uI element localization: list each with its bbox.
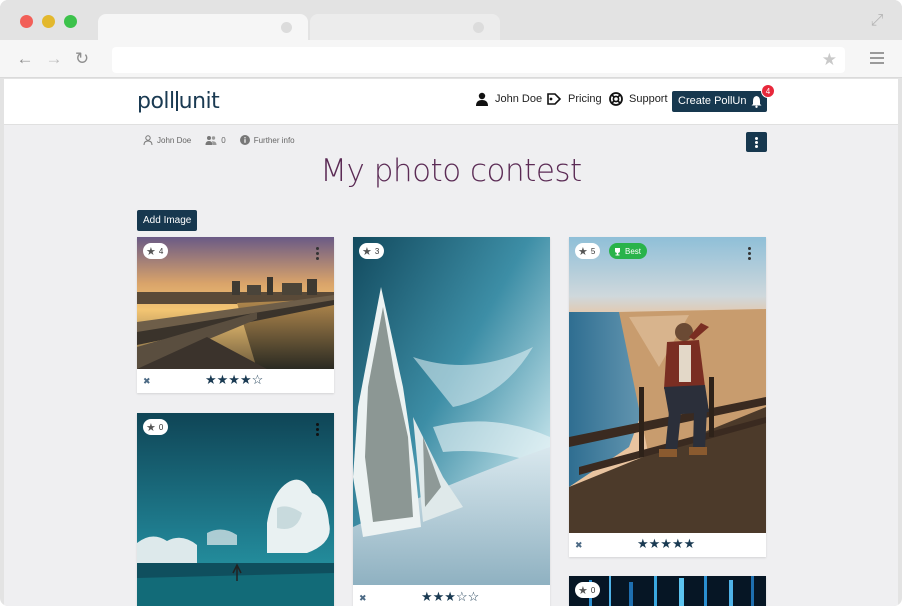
photo-snowy-tree[interactable] (353, 237, 550, 585)
browser-tab-inactive[interactable] (310, 14, 500, 40)
nav-support[interactable]: Support (609, 92, 668, 106)
vote-count-chip[interactable]: ★ 4 (143, 243, 169, 259)
pricing-icon (547, 93, 562, 105)
vote-count: 0 (158, 422, 164, 432)
bookmark-star-icon[interactable]: ★ (822, 50, 837, 70)
browser-toolbar: ← → ↻ ★ (0, 40, 902, 78)
vote-count-chip[interactable]: ★ 3 (359, 243, 385, 259)
photo-card[interactable]: ★ 5 Best ✖ ★★★★★ (569, 237, 766, 557)
photo-clouds-sea[interactable] (137, 413, 334, 606)
photo-card[interactable]: ★ 0 (137, 413, 334, 606)
close-window-button[interactable] (20, 15, 33, 28)
reload-icon[interactable]: ↻ (73, 50, 91, 68)
photo-man-on-fence[interactable] (569, 237, 766, 533)
trophy-icon (615, 247, 620, 255)
contest-options-button[interactable] (746, 132, 767, 152)
star-icon: ★ (578, 245, 588, 258)
star-icon: ★ (362, 245, 372, 258)
nav-support-label: Support (629, 93, 668, 105)
logo-text-poll: poll (137, 89, 175, 114)
maximize-window-button[interactable] (64, 15, 77, 28)
participants-count: 0 (221, 135, 226, 145)
tab-close-icon[interactable] (281, 22, 292, 33)
logo-text-unit: unit (178, 89, 220, 114)
rating-stars[interactable]: ★★★☆☆ (421, 589, 479, 605)
card-more-icon[interactable] (316, 247, 320, 261)
photo-card[interactable]: ★ 4 ✖ ★★★★☆ (137, 237, 334, 393)
star-icon: ★ (578, 584, 588, 597)
add-image-button[interactable]: Add Image (137, 210, 198, 231)
best-label: Best (625, 246, 642, 256)
star-icon: ★ (146, 421, 156, 434)
rating-stars[interactable]: ★★★★☆ (205, 372, 263, 388)
back-arrow-icon[interactable]: ← (16, 50, 34, 68)
site-header: poll unit John Doe Pricing Support Create… (4, 79, 898, 125)
browser-menu-icon[interactable] (870, 52, 884, 64)
remove-icon[interactable]: ✖ (359, 593, 367, 604)
card-more-icon[interactable] (316, 423, 320, 437)
pollunit-logo[interactable]: poll unit (137, 89, 220, 114)
notification-count-badge: 4 (761, 84, 775, 98)
browser-tab-active[interactable] (98, 14, 308, 40)
best-badge: Best (609, 243, 648, 259)
browser-window: ⤢ ← → ↻ ★ poll unit John Doe Pricing Sup… (0, 0, 902, 606)
vote-count-chip[interactable]: ★ 0 (143, 419, 169, 435)
nav-pricing-label: Pricing (568, 93, 602, 105)
vote-count: 5 (590, 246, 596, 256)
info-icon (239, 135, 250, 145)
rating-stars[interactable]: ★★★★★ (637, 536, 695, 552)
vote-count-chip[interactable]: ★ 5 (575, 243, 601, 259)
meta-owner-label: John Doe (157, 135, 192, 145)
forward-arrow-icon[interactable]: → (45, 50, 63, 68)
remove-icon[interactable]: ✖ (575, 540, 583, 551)
page-title: My photo contest (320, 153, 582, 189)
logo-separator (175, 91, 178, 111)
vote-count: 4 (158, 246, 164, 256)
participants-icon (205, 136, 217, 145)
further-info-link[interactable]: Further info (239, 135, 295, 145)
photo-card[interactable]: ★ 3 ✖ ★★★☆☆ (353, 237, 550, 606)
vote-count-chip[interactable]: ★ 0 (575, 582, 601, 598)
nav-user-label: John Doe (495, 93, 543, 105)
minimize-window-button[interactable] (42, 15, 55, 28)
photo-bridge-sunset[interactable] (137, 237, 334, 369)
contest-meta: John Doe 0 Further info (143, 135, 295, 145)
browser-titlebar: ⤢ (0, 0, 902, 40)
remove-icon[interactable]: ✖ (143, 376, 151, 387)
nav-pricing[interactable]: Pricing (546, 92, 602, 106)
fullscreen-icon[interactable]: ⤢ (868, 12, 886, 30)
star-icon: ★ (146, 245, 156, 258)
address-bar[interactable]: ★ (112, 47, 845, 73)
lifebuoy-icon (609, 92, 623, 106)
bell-icon (751, 96, 762, 108)
user-icon (476, 92, 488, 106)
further-info-label: Further info (253, 135, 295, 145)
photo-card[interactable]: ★ 0 (569, 576, 766, 606)
tab-close-icon[interactable] (473, 22, 484, 33)
nav-user[interactable]: John Doe (475, 92, 542, 106)
meta-participants: 0 (205, 135, 226, 145)
meta-owner: John Doe (143, 135, 191, 145)
owner-icon (143, 135, 153, 145)
card-more-icon[interactable] (748, 247, 752, 261)
vote-count: 0 (590, 585, 596, 595)
vote-count: 3 (374, 246, 380, 256)
page: poll unit John Doe Pricing Support Create… (4, 79, 898, 606)
